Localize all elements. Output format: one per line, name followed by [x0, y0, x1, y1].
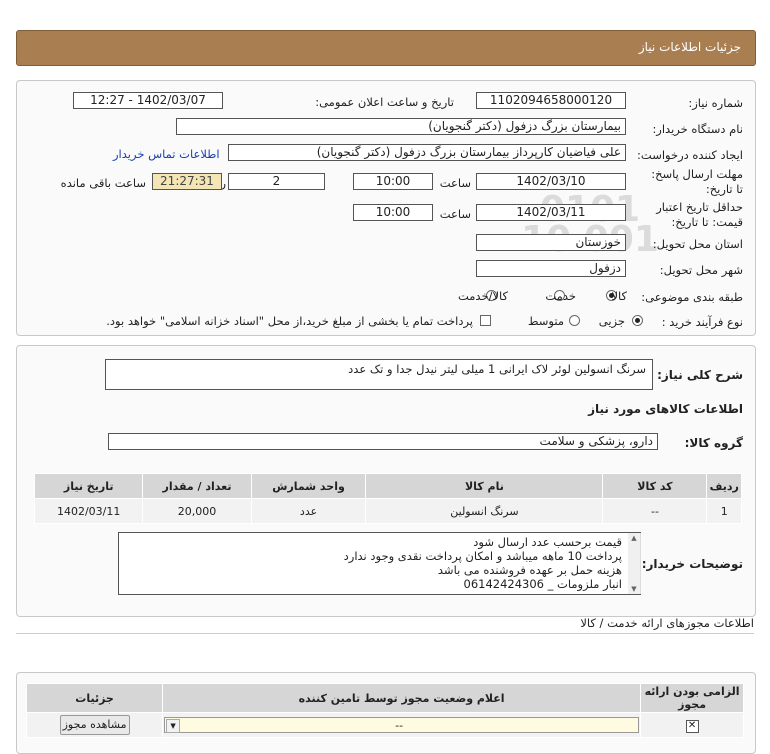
announce-field: 1402/03/07 - 12:27 — [73, 92, 223, 109]
buyer-org-label: نام دستگاه خریدار: — [652, 122, 743, 136]
permit-status-select[interactable]: -- ▼ — [164, 717, 640, 733]
permits-divider — [16, 633, 754, 634]
goods-table-header: ردیف کد کالا نام کالا واحد شمارش تعداد /… — [33, 473, 742, 499]
col-qty-header: تعداد / مقدار — [142, 473, 252, 499]
cell-name: سرنگ انسولین — [365, 498, 604, 524]
category-option-goods-service: کالا/خدمت — [457, 289, 508, 303]
table-row: ✕ -- ▼ مشاهده مجوز — [25, 712, 744, 738]
cell-row: 1 — [706, 498, 742, 524]
permit-required-checkbox-icon: ✕ — [685, 719, 699, 733]
process-radio-medium[interactable] — [569, 315, 580, 326]
permits-table: الزامی بودن ارائه مجوز اعلام وضعیت مجوز … — [25, 683, 744, 738]
buyer-notes-scrollbar[interactable]: ▲ ▼ — [628, 533, 641, 594]
process-option-minor: جزیی — [598, 314, 625, 328]
deadline-date-field: 1402/03/10 — [476, 173, 626, 190]
cell-qty: 20,000 — [142, 498, 252, 524]
creator-field: علی فیاضیان کارپرداز بیمارستان بزرگ دزفو… — [228, 144, 626, 161]
buyer-note-3: هزینه حمل بر عهده فروشنده می باشد — [437, 563, 622, 577]
deadline-time-label: ساعت — [439, 176, 471, 190]
cell-code: -- — [602, 498, 708, 524]
creator-label: ایجاد کننده درخواست: — [637, 148, 743, 162]
permits-required-header: الزامی بودن ارائه مجوز — [640, 683, 744, 713]
scroll-up-icon[interactable]: ▲ — [628, 533, 640, 543]
remaining-label: ساعت باقی مانده — [60, 176, 146, 190]
page-title: جزئیات اطلاعات نیاز — [638, 40, 741, 54]
permits-details-header: جزئیات — [25, 683, 164, 713]
deadline-time-field: 10:00 — [353, 173, 433, 190]
table-row[interactable]: 1 -- سرنگ انسولین عدد 20,000 1402/03/11 — [33, 498, 742, 524]
validity-date-field: 1402/03/11 — [476, 204, 626, 221]
buyer-note-2: پرداخت 10 ماهه میباشد و امکان پرداخت نقد… — [343, 549, 622, 563]
buyer-note-4: انبار ملزومات _ 06142424306 — [463, 577, 622, 591]
days-field: 2 — [228, 173, 325, 190]
col-code-header: کد کالا — [602, 473, 708, 499]
buyer-notes-field[interactable]: قیمت برحسب عدد ارسال شود پرداخت 10 ماهه … — [118, 532, 641, 595]
validity-time-label: ساعت — [439, 207, 471, 221]
chevron-down-icon: ▼ — [166, 719, 181, 733]
buyer-org-field: بیمارستان بزرگ دزفول (دکتر گنجویان) — [176, 118, 626, 135]
scroll-down-icon[interactable]: ▼ — [628, 584, 640, 594]
col-name-header: نام کالا — [365, 473, 604, 499]
process-radio-minor[interactable] — [632, 315, 643, 326]
goods-info-title: اطلاعات کالاهای مورد نیاز — [588, 402, 743, 416]
cell-date: 1402/03/11 — [33, 498, 144, 524]
buyer-note-1: قیمت برحسب عدد ارسال شود — [473, 535, 622, 549]
cell-unit: عدد — [250, 498, 367, 524]
col-row-header: ردیف — [706, 473, 742, 499]
permits-title: اطلاعات مجوزهای ارائه خدمت / کالا — [580, 616, 754, 630]
treasury-payment-checkbox[interactable] — [480, 315, 491, 326]
general-desc-field: سرنگ انسولین لوئر لاک ایرانی 1 میلی لیتر… — [105, 359, 653, 390]
province-field: خوزستان — [476, 234, 626, 251]
buyer-contact-link[interactable]: اطلاعات تماس خریدار — [113, 147, 220, 161]
province-label: استان محل تحویل: — [652, 237, 743, 251]
page-header: جزئیات اطلاعات نیاز — [16, 30, 756, 66]
goods-table: ردیف کد کالا نام کالا واحد شمارش تعداد /… — [33, 473, 742, 524]
permits-status-header: اعلام وضعیت مجوز توسط تامین کننده — [162, 683, 642, 713]
need-number-label: شماره نیاز: — [688, 96, 743, 110]
col-date-header: تاریخ نیاز — [33, 473, 144, 499]
permit-required-cell: ✕ — [640, 712, 744, 738]
validity-label: حداقل تاریخ اعتبار قیمت: تا تاریخ: — [656, 200, 743, 229]
announce-label: تاریخ و ساعت اعلان عمومی: — [315, 95, 454, 109]
validity-time-field: 10:00 — [353, 204, 433, 221]
city-label: شهر محل تحویل: — [659, 263, 743, 277]
category-label: طبقه بندی موضوعی: — [641, 290, 743, 304]
permit-select-value: -- — [395, 719, 404, 732]
process-label: نوع فرآیند خرید : — [661, 315, 743, 329]
process-option-medium: متوسط — [527, 314, 564, 328]
col-unit-header: واحد شمارش — [250, 473, 367, 499]
goods-group-label: گروه کالا: — [684, 436, 743, 450]
treasury-payment-note: پرداخت تمام یا بخشی از مبلغ خرید،از محل … — [106, 314, 473, 328]
permit-status-cell: -- ▼ — [162, 712, 642, 738]
need-number-field: 1102094658000120 — [476, 92, 626, 109]
remaining-time-field: 21:27:31 — [152, 173, 222, 190]
general-desc-label: شرح کلی نیاز: — [657, 368, 743, 382]
category-option-goods: کالا — [611, 289, 627, 303]
view-permit-button[interactable]: مشاهده مجوز — [59, 715, 130, 735]
city-field: دزفول — [476, 260, 626, 277]
permits-table-header: الزامی بودن ارائه مجوز اعلام وضعیت مجوز … — [25, 683, 744, 713]
permit-details-cell: مشاهده مجوز — [25, 712, 164, 738]
buyer-notes-label: توضیحات خریدار: — [641, 557, 743, 571]
goods-group-field: دارو، پزشکی و سلامت — [108, 433, 658, 450]
category-option-service: خدمت — [545, 289, 576, 303]
deadline-label: مهلت ارسال پاسخ: تا تاریخ: — [651, 167, 743, 196]
